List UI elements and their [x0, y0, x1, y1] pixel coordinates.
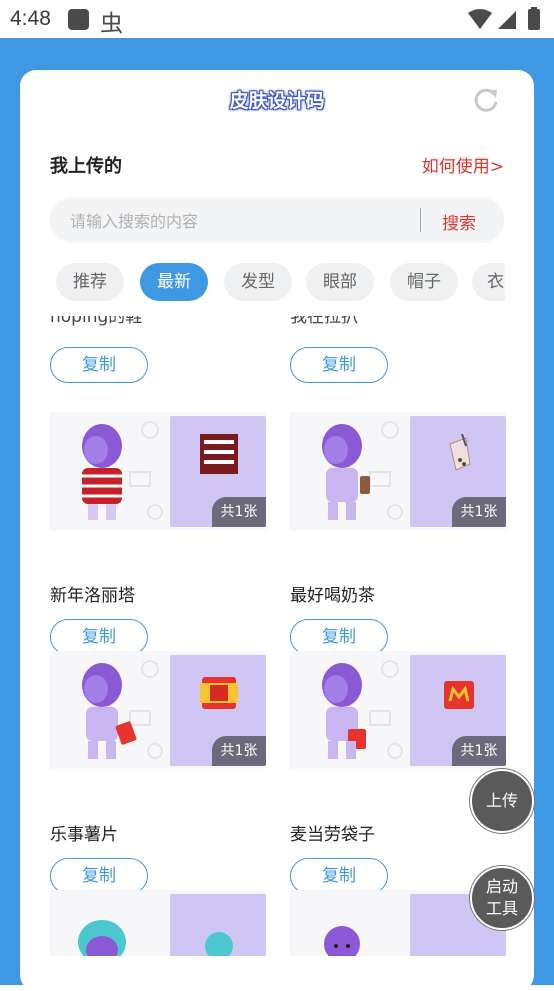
item-name: 新年洛丽塔 — [50, 586, 135, 606]
category-tabs: 推荐 最新 发型 眼部 帽子 衣 — [56, 263, 505, 303]
signal-battery-icons — [468, 7, 540, 30]
how-to-use-link[interactable]: 如何使用> — [422, 152, 504, 177]
item-name: 乐事薯片 — [50, 825, 118, 845]
copy-button[interactable]: 复制 — [290, 858, 388, 894]
skin-preview[interactable]: 共1张 — [290, 412, 506, 530]
skin-thumbnail — [170, 894, 266, 956]
hair-icon — [205, 932, 233, 956]
tab-eyes[interactable]: 眼部 — [306, 263, 374, 301]
item-name-partial: hoping的鞋 — [50, 316, 143, 327]
skin-thumbnail: 共1张 — [170, 416, 266, 527]
upload-button[interactable]: 上传 — [470, 769, 534, 833]
image-count-badge: 共1张 — [452, 736, 506, 766]
avatar-figure — [78, 920, 126, 956]
launch-tool-label-2: 工具 — [485, 899, 518, 918]
copy-button[interactable]: 复制 — [50, 619, 148, 655]
page-title: 皮肤设计码 — [229, 90, 325, 112]
outfit-icon — [200, 434, 238, 474]
image-count-badge: 共1张 — [212, 497, 266, 527]
notification-square-icon — [68, 9, 89, 30]
skin-thumbnail: 共1张 — [170, 655, 266, 766]
status-bar: 4:48 虫 — [0, 0, 554, 38]
tab-clothes[interactable]: 衣 — [472, 263, 505, 301]
skin-preview[interactable]: 共1张 — [290, 651, 506, 769]
launch-tool-label-1: 启动 — [485, 877, 518, 896]
skin-grid: hoping的鞋 我在拉扒 复制 复制 共1张 共1张 新年洛丽塔 最好喝奶茶 … — [20, 316, 534, 956]
refresh-icon[interactable] — [472, 86, 500, 114]
chips-bag-icon — [200, 677, 238, 709]
main-card: 皮肤设计码 我上传的 如何使用> 搜索 推荐 最新 发型 眼部 帽子 衣 hop… — [20, 70, 534, 991]
mcdonalds-bag-icon — [444, 681, 474, 709]
background-panel: 皮肤设计码 我上传的 如何使用> 搜索 推荐 最新 发型 眼部 帽子 衣 hop… — [0, 38, 554, 991]
search-bar: 搜索 — [50, 197, 504, 243]
avatar-figure — [322, 424, 370, 520]
item-name: 麦当劳袋子 — [290, 825, 375, 845]
avatar-figure — [322, 663, 366, 759]
skin-preview[interactable] — [50, 890, 266, 956]
status-time: 4:48 — [10, 7, 51, 30]
avatar-figure — [82, 424, 122, 520]
copy-button[interactable]: 复制 — [290, 619, 388, 655]
bug-icon: 虫 — [100, 10, 123, 36]
copy-button[interactable]: 复制 — [50, 858, 148, 894]
tab-hair[interactable]: 发型 — [224, 263, 292, 301]
image-count-badge: 共1张 — [452, 497, 506, 527]
tab-hats[interactable]: 帽子 — [390, 263, 458, 301]
avatar-figure — [324, 926, 360, 956]
search-divider — [420, 208, 421, 232]
avatar-figure — [82, 663, 137, 759]
skin-preview[interactable]: 共1张 — [50, 412, 266, 530]
skin-thumbnail: 共1张 — [410, 416, 506, 527]
tab-latest[interactable]: 最新 — [140, 263, 208, 301]
item-name: 最好喝奶茶 — [290, 586, 375, 606]
section-title: 我上传的 — [50, 156, 122, 177]
image-count-badge: 共1张 — [212, 736, 266, 766]
skin-preview[interactable]: 共1张 — [50, 651, 266, 769]
launch-tool-button[interactable]: 启动 工具 — [470, 866, 534, 930]
search-button[interactable]: 搜索 — [442, 209, 476, 234]
item-name-partial: 我在拉扒 — [290, 316, 358, 327]
search-input[interactable] — [68, 207, 402, 235]
milk-tea-icon — [449, 434, 471, 471]
copy-button[interactable]: 复制 — [290, 347, 388, 383]
skin-thumbnail: 共1张 — [410, 655, 506, 766]
copy-button[interactable]: 复制 — [50, 347, 148, 383]
tab-recommend[interactable]: 推荐 — [56, 263, 124, 301]
